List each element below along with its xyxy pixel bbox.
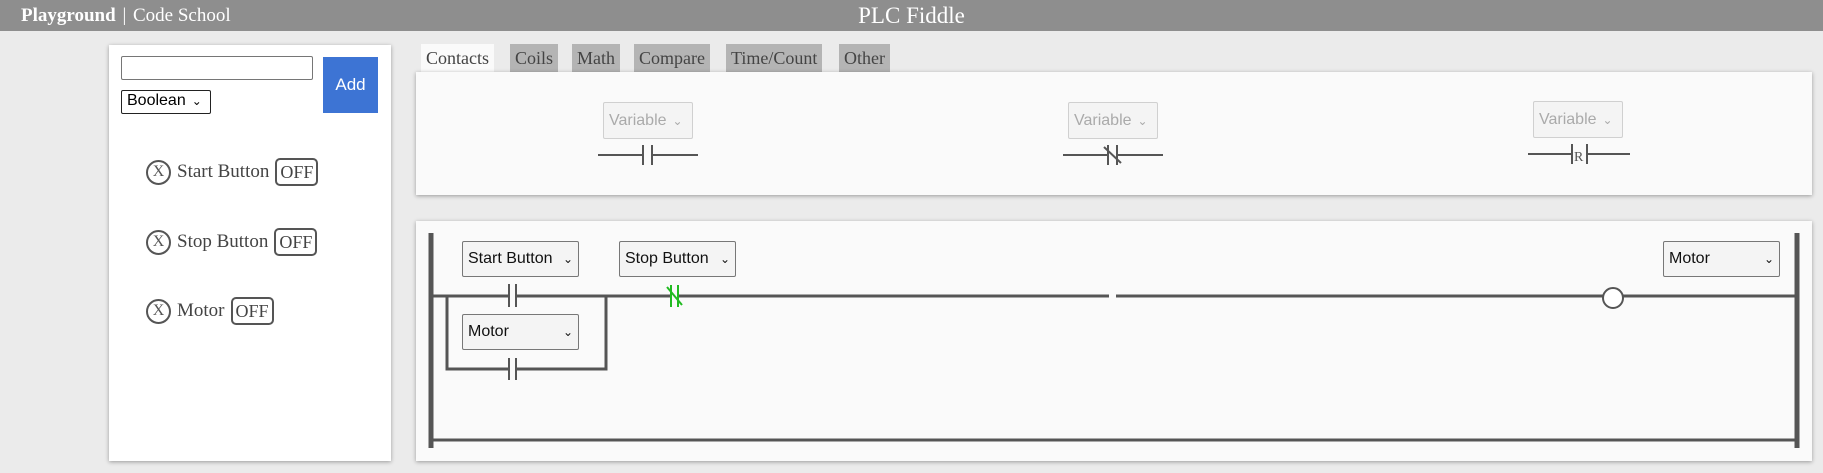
variable-name: Start Button [177, 161, 270, 182]
tab-other[interactable]: Other [839, 44, 890, 72]
variable-name: Motor [177, 300, 225, 321]
palette-symbols: R [598, 144, 1630, 165]
delete-variable-icon[interactable]: X [146, 298, 171, 324]
variable-item-motor: X Motor OFF [146, 296, 274, 326]
variable-state-toggle[interactable]: OFF [274, 228, 318, 256]
rising-edge-contact-icon[interactable]: R [1528, 144, 1630, 165]
motor-coil-icon [1602, 287, 1624, 309]
tab-time-count[interactable]: Time/Count [726, 44, 823, 72]
variable-state-toggle[interactable]: OFF [275, 158, 319, 186]
chevron-down-icon: ⌄ [562, 252, 573, 266]
variable-item-start-button: X Start Button OFF [146, 157, 319, 187]
top-bar: Playground | Code School PLC Fiddle [0, 0, 1823, 31]
tab-compare[interactable]: Compare [634, 44, 710, 72]
stop-button-variable-select[interactable]: Stop Button ⌄ [619, 241, 736, 277]
add-variable-button[interactable]: Add [323, 57, 378, 113]
motor-branch-variable-select[interactable]: Motor ⌄ [462, 314, 579, 350]
start-button-variable-select[interactable]: Start Button ⌄ [462, 241, 579, 277]
stop-button-select-value: Stop Button [625, 250, 709, 267]
motor-coil-select-value: Motor [1669, 250, 1710, 267]
motor-coil-variable-select[interactable]: Motor ⌄ [1663, 241, 1780, 277]
tab-coils[interactable]: Coils [510, 44, 559, 72]
chevron-down-icon: ⌄ [562, 325, 573, 339]
variable-item-stop-button: X Stop Button OFF [146, 227, 318, 257]
chevron-down-icon: ⌄ [191, 94, 202, 108]
variable-state-toggle[interactable]: OFF [230, 297, 274, 325]
normally-open-contact-icon[interactable] [598, 145, 698, 165]
chevron-down-icon: ⌄ [719, 252, 730, 266]
element-palette: Variable ⌄ Variable ⌄ Variable ⌄ R [416, 72, 1812, 195]
tab-contacts[interactable]: Contacts [421, 44, 494, 72]
variable-name: Stop Button [177, 231, 269, 252]
ladder-editor: Start Button ⌄ Stop Button ⌄ Motor ⌄ Motor ⌄ [416, 221, 1812, 461]
motor-branch-select-value: Motor [468, 323, 509, 340]
variables-panel: Boolean ⌄ Add X Start Button OFF X Stop B… [109, 45, 391, 461]
normally-closed-contact-icon[interactable] [1063, 145, 1163, 165]
chevron-down-icon: ⌄ [1763, 252, 1774, 266]
variable-name-input[interactable] [121, 56, 313, 80]
delete-variable-icon[interactable]: X [146, 159, 171, 185]
delete-variable-icon[interactable]: X [146, 229, 171, 255]
tab-math[interactable]: Math [572, 44, 620, 72]
start-button-select-value: Start Button [468, 250, 553, 267]
page-title: PLC Fiddle [858, 3, 965, 28]
variable-type-select[interactable]: Boolean ⌄ [121, 90, 211, 114]
variable-type-value: Boolean [127, 92, 186, 109]
rising-edge-label: R [1574, 150, 1584, 165]
start-button-contact-icon[interactable] [508, 284, 517, 307]
